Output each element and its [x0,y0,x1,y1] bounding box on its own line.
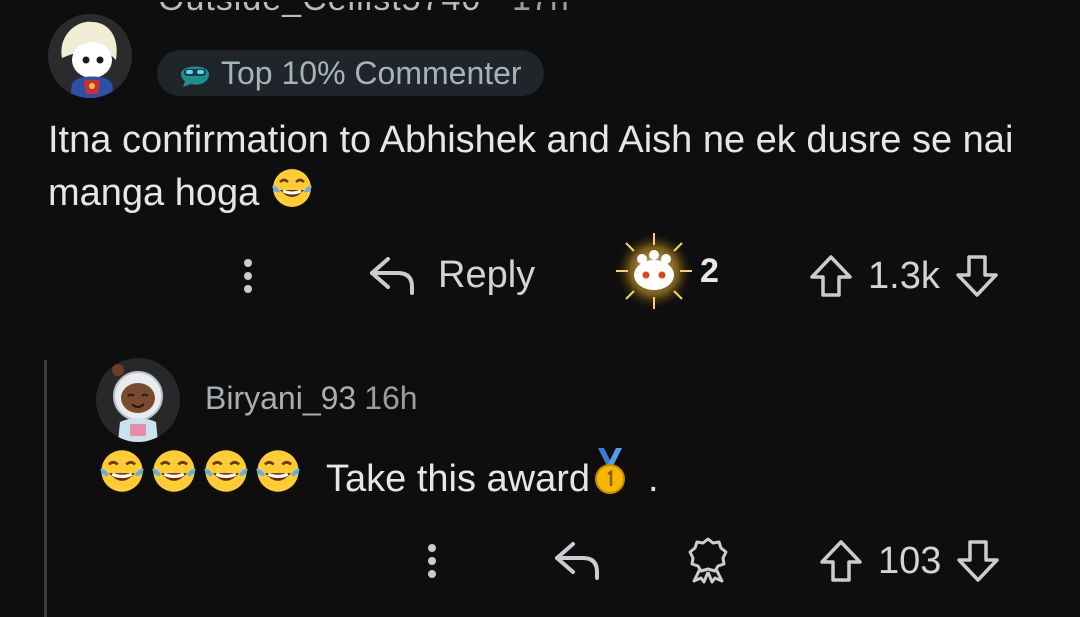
snoo-award-icon [614,231,694,311]
user-flair-badge: Top 10% Commenter [157,50,544,96]
reply-text: Take this award . [96,446,1056,512]
reply-user-avatar[interactable] [96,358,180,442]
comment-thread: Outside_Cellist5740 17h Top 10% Commente… [0,0,1080,617]
first-place-medal-emoji [590,446,630,512]
tears-of-joy-emoji [270,166,314,224]
comment-actions: Reply 2 1.3k [0,231,1080,311]
downvote-arrow-icon[interactable] [955,538,1001,584]
reply-actions: 103 [0,532,1080,592]
reply-timestamp: 16h [364,380,418,416]
reply-label: Reply [438,253,536,296]
award-button[interactable]: 2 [612,229,719,313]
user-avatar[interactable] [48,14,132,98]
reply-text-content: Take this award [326,458,591,500]
award-ribbon-icon[interactable] [686,536,730,584]
reply-vote-count: 103 [878,539,942,582]
reply-arrow-icon [370,257,414,295]
reply-arrow-icon[interactable] [553,538,601,582]
more-vertical-icon[interactable] [428,544,436,578]
reply-username[interactable]: Biryani_93 [205,380,356,416]
reply-vote-controls: 103 [818,538,1001,584]
comment-text: Itna confirmation to Abhishek and Aish n… [48,114,1048,224]
commenter-glasses-icon [181,66,209,87]
vote-controls: 1.3k [808,253,1000,299]
upvote-arrow-icon[interactable] [818,538,864,584]
downvote-arrow-icon[interactable] [954,253,1000,299]
tears-of-joy-emoji [252,447,304,511]
flair-label: Top 10% Commenter [221,54,522,91]
tears-of-joy-emoji [96,447,148,511]
reply-header: Biryani_93 16h [205,380,418,417]
tears-of-joy-emoji [200,447,252,511]
comment-timestamp: 17h [512,2,569,24]
award-count: 2 [700,251,719,290]
comment-text-content: Itna confirmation to Abhishek and Aish n… [48,119,1014,215]
comment-username[interactable]: Outside_Cellist5740 [158,2,481,24]
reply-trailing-text: . [648,458,659,500]
tears-of-joy-emoji [148,447,200,511]
upvote-arrow-icon[interactable] [808,253,854,299]
reply-button[interactable]: Reply [368,253,535,297]
more-vertical-icon[interactable] [244,259,252,293]
vote-count: 1.3k [868,254,940,297]
